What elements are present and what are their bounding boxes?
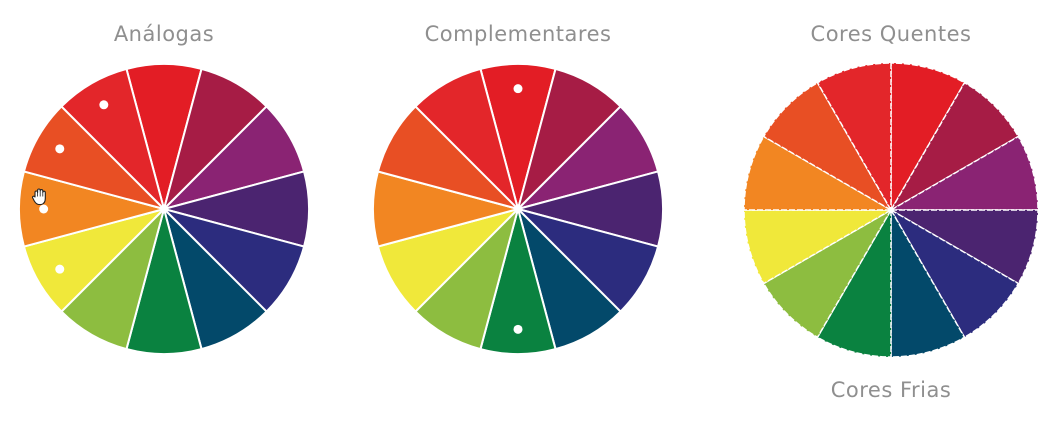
hand-grab-icon xyxy=(31,188,46,206)
wheel-cores-quentes xyxy=(743,62,1039,358)
segment-marker-dot xyxy=(513,324,523,334)
wheel-complementares xyxy=(372,63,664,355)
segment-marker-dot xyxy=(55,144,65,154)
wheel-cores-quentes-title: Cores Quentes xyxy=(810,22,972,46)
segment-marker-dot xyxy=(99,100,109,110)
wheel-cores-frias-label: Cores Frias xyxy=(830,378,952,402)
wheel-analogas-title: Análogas xyxy=(113,22,215,46)
segment-marker-dot xyxy=(513,84,523,94)
wheel-analogas xyxy=(18,63,310,355)
segment-marker-dot xyxy=(55,264,65,274)
wheel-complementares-title: Complementares xyxy=(424,22,612,46)
